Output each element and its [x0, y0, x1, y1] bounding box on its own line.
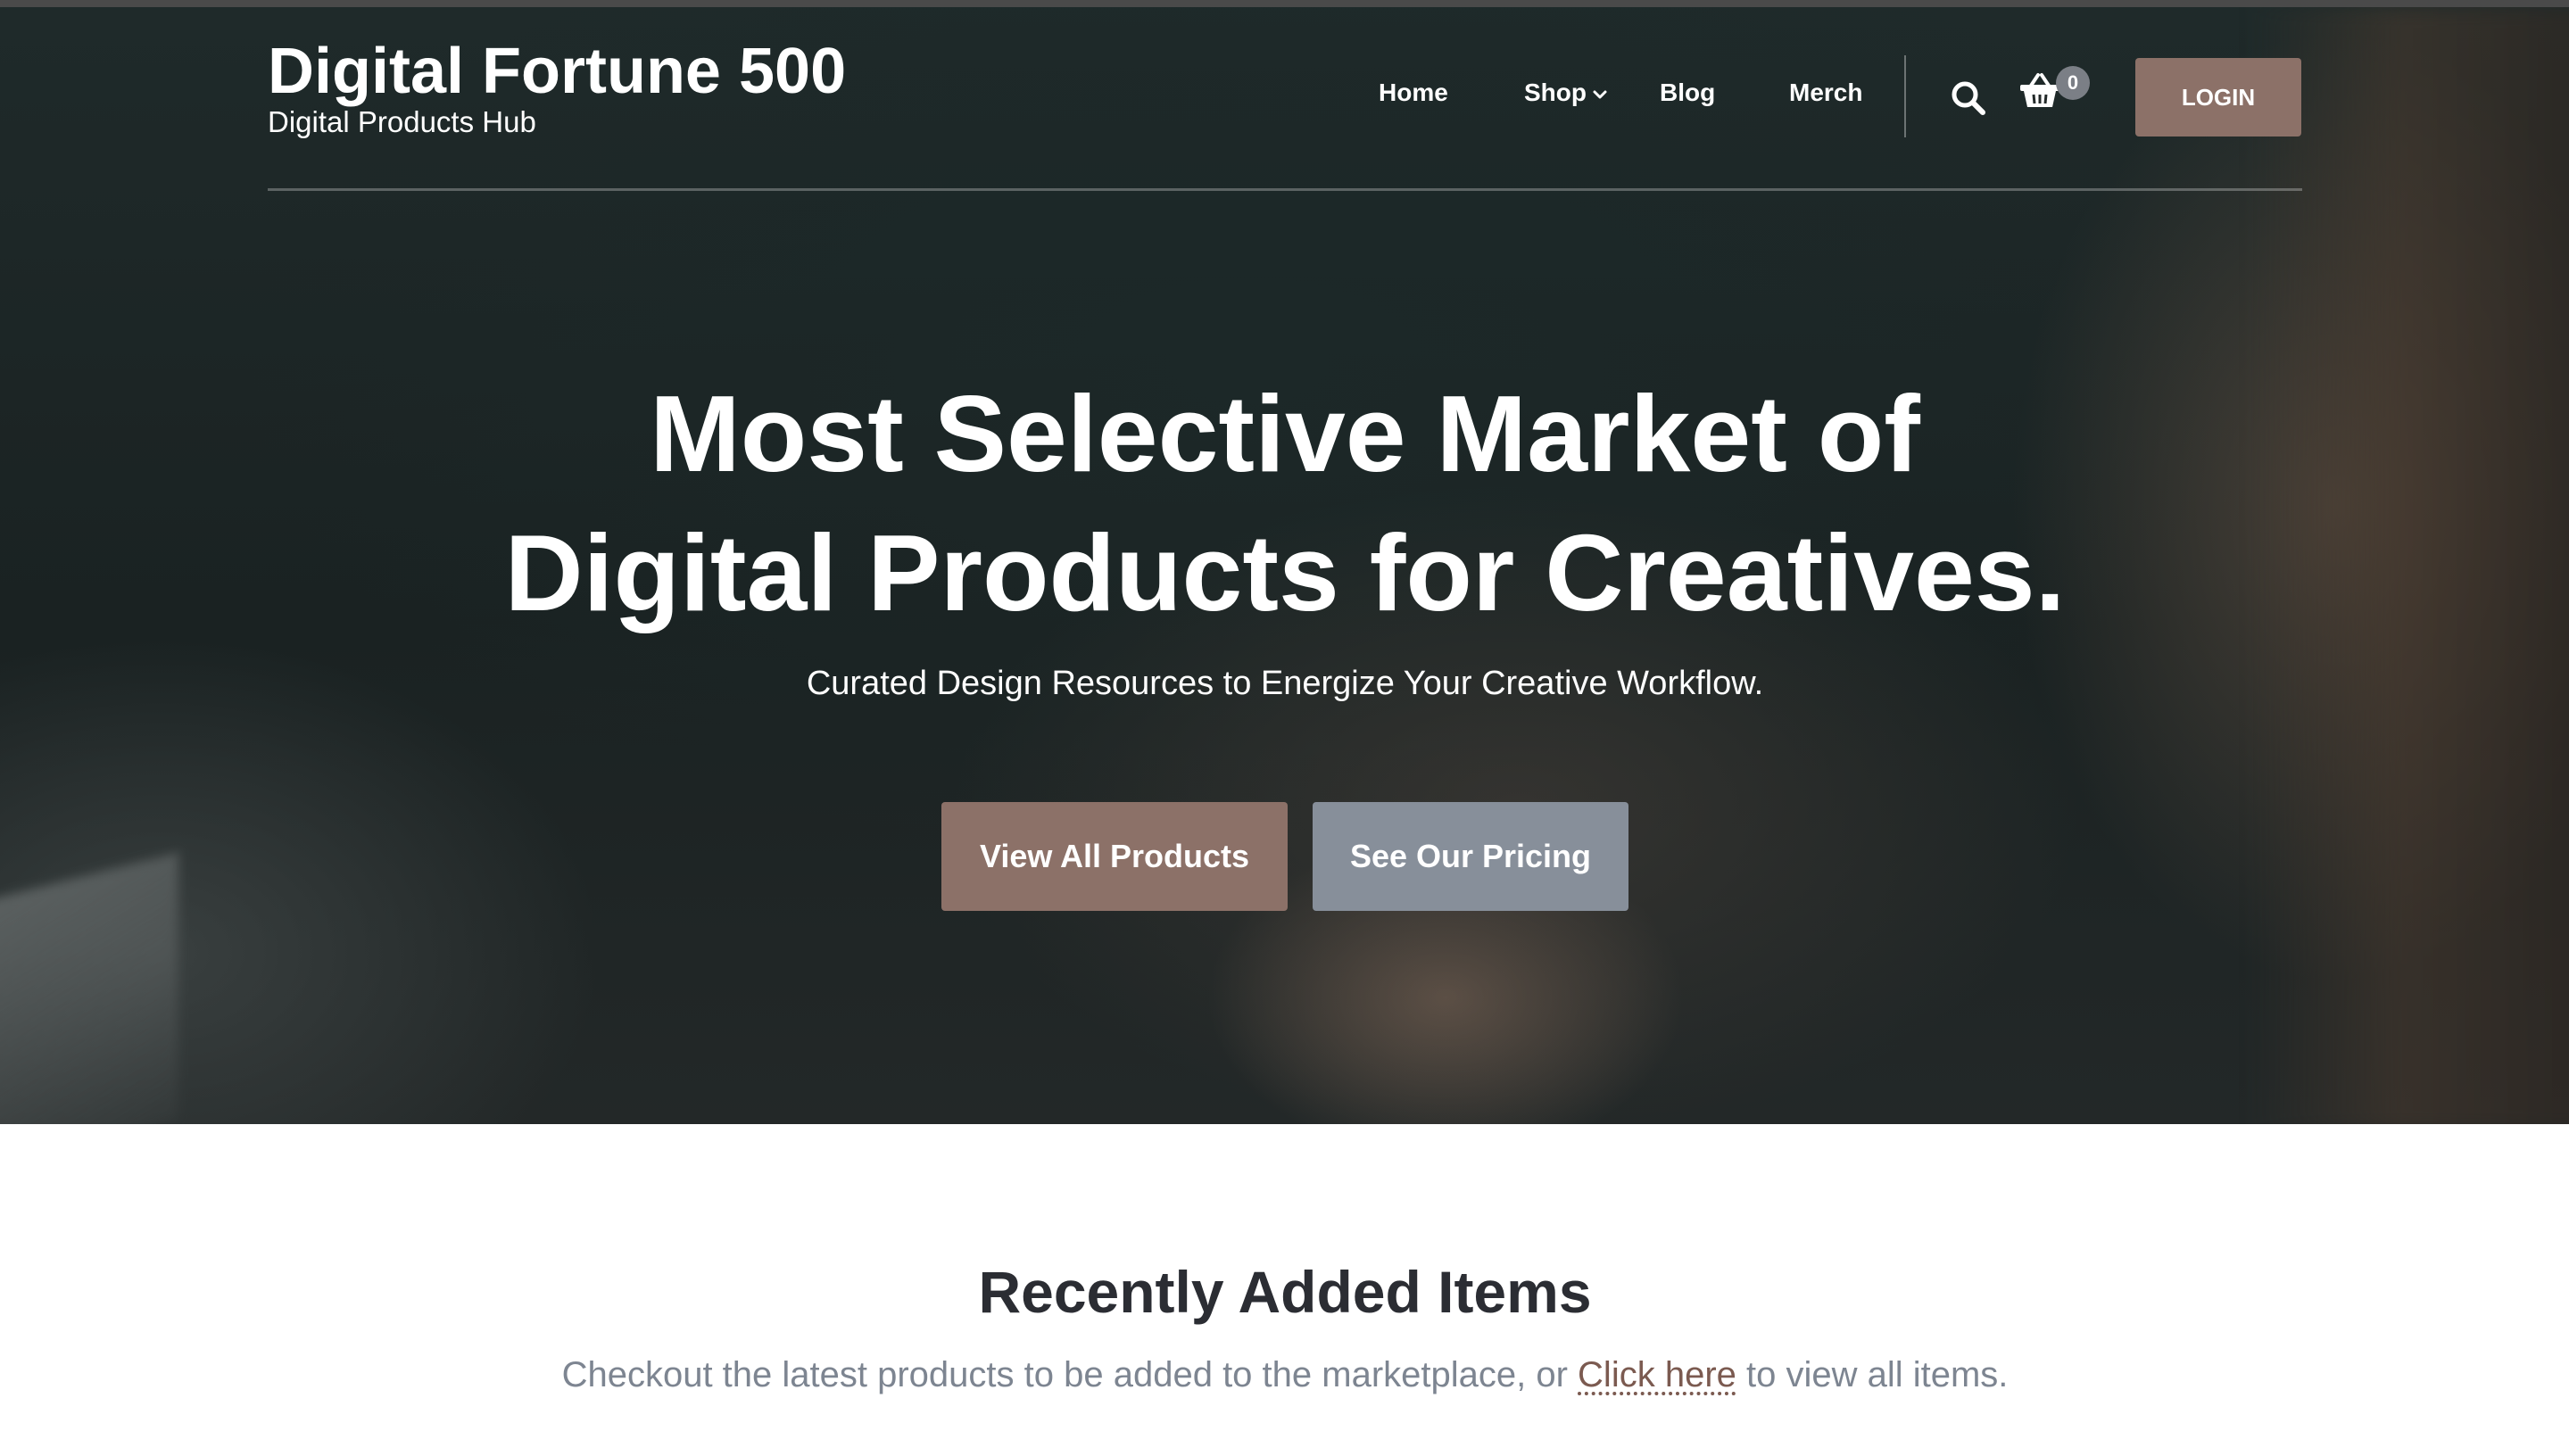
hero-background-shape [0, 852, 178, 1124]
basket-icon[interactable] [2018, 71, 2061, 111]
view-all-products-button[interactable]: View All Products [941, 802, 1288, 911]
nav-divider [1904, 55, 1906, 137]
nav-shop[interactable]: Shop [1524, 75, 1587, 111]
hero-title-line-2: Digital Products for Creatives. [504, 512, 2066, 633]
section-title: Recently Added Items [978, 1259, 1592, 1325]
nav-merch[interactable]: Merch [1789, 75, 1862, 111]
hero-title: Most Selective Market of Digital Product… [393, 364, 2177, 642]
search-icon[interactable] [1949, 79, 1988, 118]
section-description-text-end: to view all items. [1736, 1355, 2009, 1394]
hero-subtitle: Curated Design Resources to Energize You… [806, 665, 1764, 702]
chevron-down-icon[interactable] [1591, 86, 1609, 103]
hero-title-line-1: Most Selective Market of [650, 373, 1920, 494]
see-pricing-button[interactable]: See Our Pricing [1313, 802, 1628, 911]
section-description: Checkout the latest products to be added… [303, 1351, 2267, 1399]
nav-home[interactable]: Home [1379, 75, 1448, 111]
header-divider [268, 188, 2302, 191]
login-button[interactable]: LOGIN [2135, 58, 2301, 136]
cart-count-badge[interactable]: 0 [2056, 66, 2090, 100]
hero-background-shape [2249, 7, 2569, 1124]
site-tagline: Digital Products Hub [268, 105, 536, 138]
nav-blog[interactable]: Blog [1660, 75, 1715, 111]
view-all-items-link[interactable]: Click here [1578, 1355, 1736, 1394]
site-title[interactable]: Digital Fortune 500 [268, 32, 846, 111]
browser-top-edge [0, 0, 2569, 7]
section-description-text: Checkout the latest products to be added… [561, 1355, 1579, 1394]
